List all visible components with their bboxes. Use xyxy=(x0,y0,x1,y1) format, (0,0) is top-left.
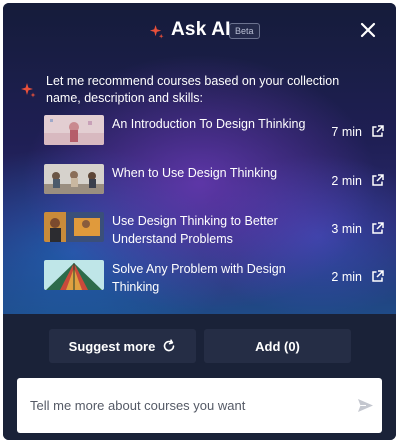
course-duration: 7 min xyxy=(331,125,362,139)
external-link-icon[interactable] xyxy=(371,270,384,283)
sparkle-icon xyxy=(21,83,36,98)
add-button[interactable]: Add (0) xyxy=(204,329,351,363)
course-row[interactable]: Use Design Thinking to Better Understand… xyxy=(44,212,389,250)
panel-footer: Suggest more Add (0) xyxy=(3,314,396,440)
course-duration: 2 min xyxy=(331,270,362,284)
suggest-more-button[interactable]: Suggest more xyxy=(49,329,196,363)
course-row[interactable]: An Introduction To Design Thinking 7 min xyxy=(44,115,389,153)
course-duration: 3 min xyxy=(331,222,362,236)
beta-badge: Beta xyxy=(229,23,260,39)
ask-ai-panel: Ask AI Beta Let me recommend courses bas… xyxy=(3,3,396,440)
sparkle-icon xyxy=(149,24,164,39)
course-duration: 2 min xyxy=(331,174,362,188)
panel-title: Ask AI xyxy=(171,19,231,40)
external-link-icon[interactable] xyxy=(371,125,384,138)
refresh-icon xyxy=(164,339,175,352)
panel-header: Ask AI Beta xyxy=(3,3,396,59)
course-thumbnail xyxy=(44,115,104,145)
course-thumbnail xyxy=(44,164,104,194)
course-title: Use Design Thinking to Better Understand… xyxy=(112,214,278,246)
course-thumbnail xyxy=(44,260,104,290)
suggest-more-label: Suggest more xyxy=(68,338,156,354)
course-row[interactable]: When to Use Design Thinking 2 min xyxy=(44,164,389,202)
close-icon[interactable] xyxy=(357,19,379,41)
external-link-icon[interactable] xyxy=(371,222,384,235)
intro-message: Let me recommend courses based on your c… xyxy=(46,74,340,105)
course-title: An Introduction To Design Thinking xyxy=(112,117,306,131)
course-row[interactable]: Solve Any Problem with Design Thinking 2… xyxy=(44,260,389,298)
course-title: When to Use Design Thinking xyxy=(112,166,278,180)
external-link-icon[interactable] xyxy=(371,174,384,187)
add-button-label: Add (0) xyxy=(255,338,300,354)
course-title: Solve Any Problem with Design Thinking xyxy=(112,262,286,294)
prompt-input[interactable] xyxy=(17,378,347,433)
course-thumbnail xyxy=(44,212,104,242)
prompt-box xyxy=(17,378,382,433)
send-icon[interactable] xyxy=(357,398,374,413)
